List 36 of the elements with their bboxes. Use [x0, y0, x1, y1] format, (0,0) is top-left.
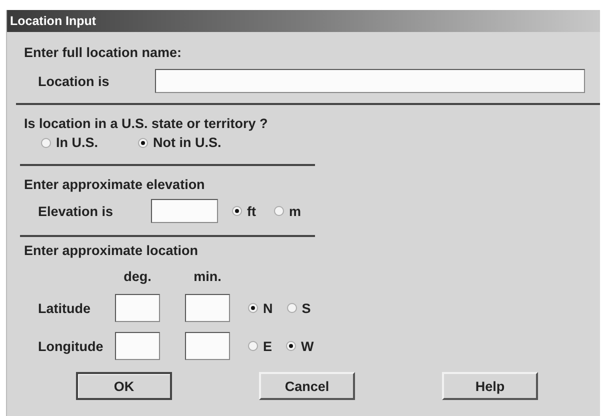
radio-label: ft [247, 204, 256, 218]
elevation-field[interactable] [151, 199, 218, 223]
field-label: Longitude [37, 338, 104, 354]
location-field[interactable] [155, 69, 585, 93]
radio-button[interactable] [286, 341, 296, 351]
section-heading: Enter approximate location [24, 242, 200, 260]
radio-label: Not in U.S. [153, 134, 222, 152]
minutes-field[interactable] [185, 332, 230, 360]
radio-button[interactable] [41, 138, 51, 148]
radio-label: N [263, 300, 273, 316]
dialog-button[interactable]: OK [76, 372, 172, 400]
radio-button[interactable] [274, 206, 284, 216]
radio-button[interactable] [248, 341, 258, 351]
field-label: Elevation is [37, 204, 114, 218]
radio-button[interactable] [232, 206, 242, 216]
radio-label: In U.S. [56, 134, 98, 152]
window-title: Location Input [7, 10, 600, 32]
minutes-field[interactable] [185, 294, 230, 322]
radio-button[interactable] [138, 138, 148, 148]
radio-label: S [302, 300, 311, 316]
section-heading: Enter full location name: [24, 44, 183, 62]
field-label: Latitude [37, 300, 92, 316]
field-label: Location is [37, 74, 110, 88]
radio-label: m [289, 204, 302, 218]
radio-button[interactable] [248, 303, 258, 313]
degrees-field[interactable] [115, 294, 160, 322]
section-heading: Is location in a U.S. state or territory ? [24, 115, 269, 133]
radio-label: E [263, 338, 272, 354]
dialog-button[interactable]: Cancel [259, 372, 355, 400]
dialog-button[interactable]: Help [442, 372, 538, 400]
degrees-field[interactable] [115, 332, 160, 360]
radio-button[interactable] [286, 303, 297, 313]
radio-label: W [301, 338, 314, 354]
section-heading: Enter approximate elevation [24, 176, 206, 194]
column-label: deg. [122, 269, 152, 284]
column-label: min. [192, 269, 222, 284]
